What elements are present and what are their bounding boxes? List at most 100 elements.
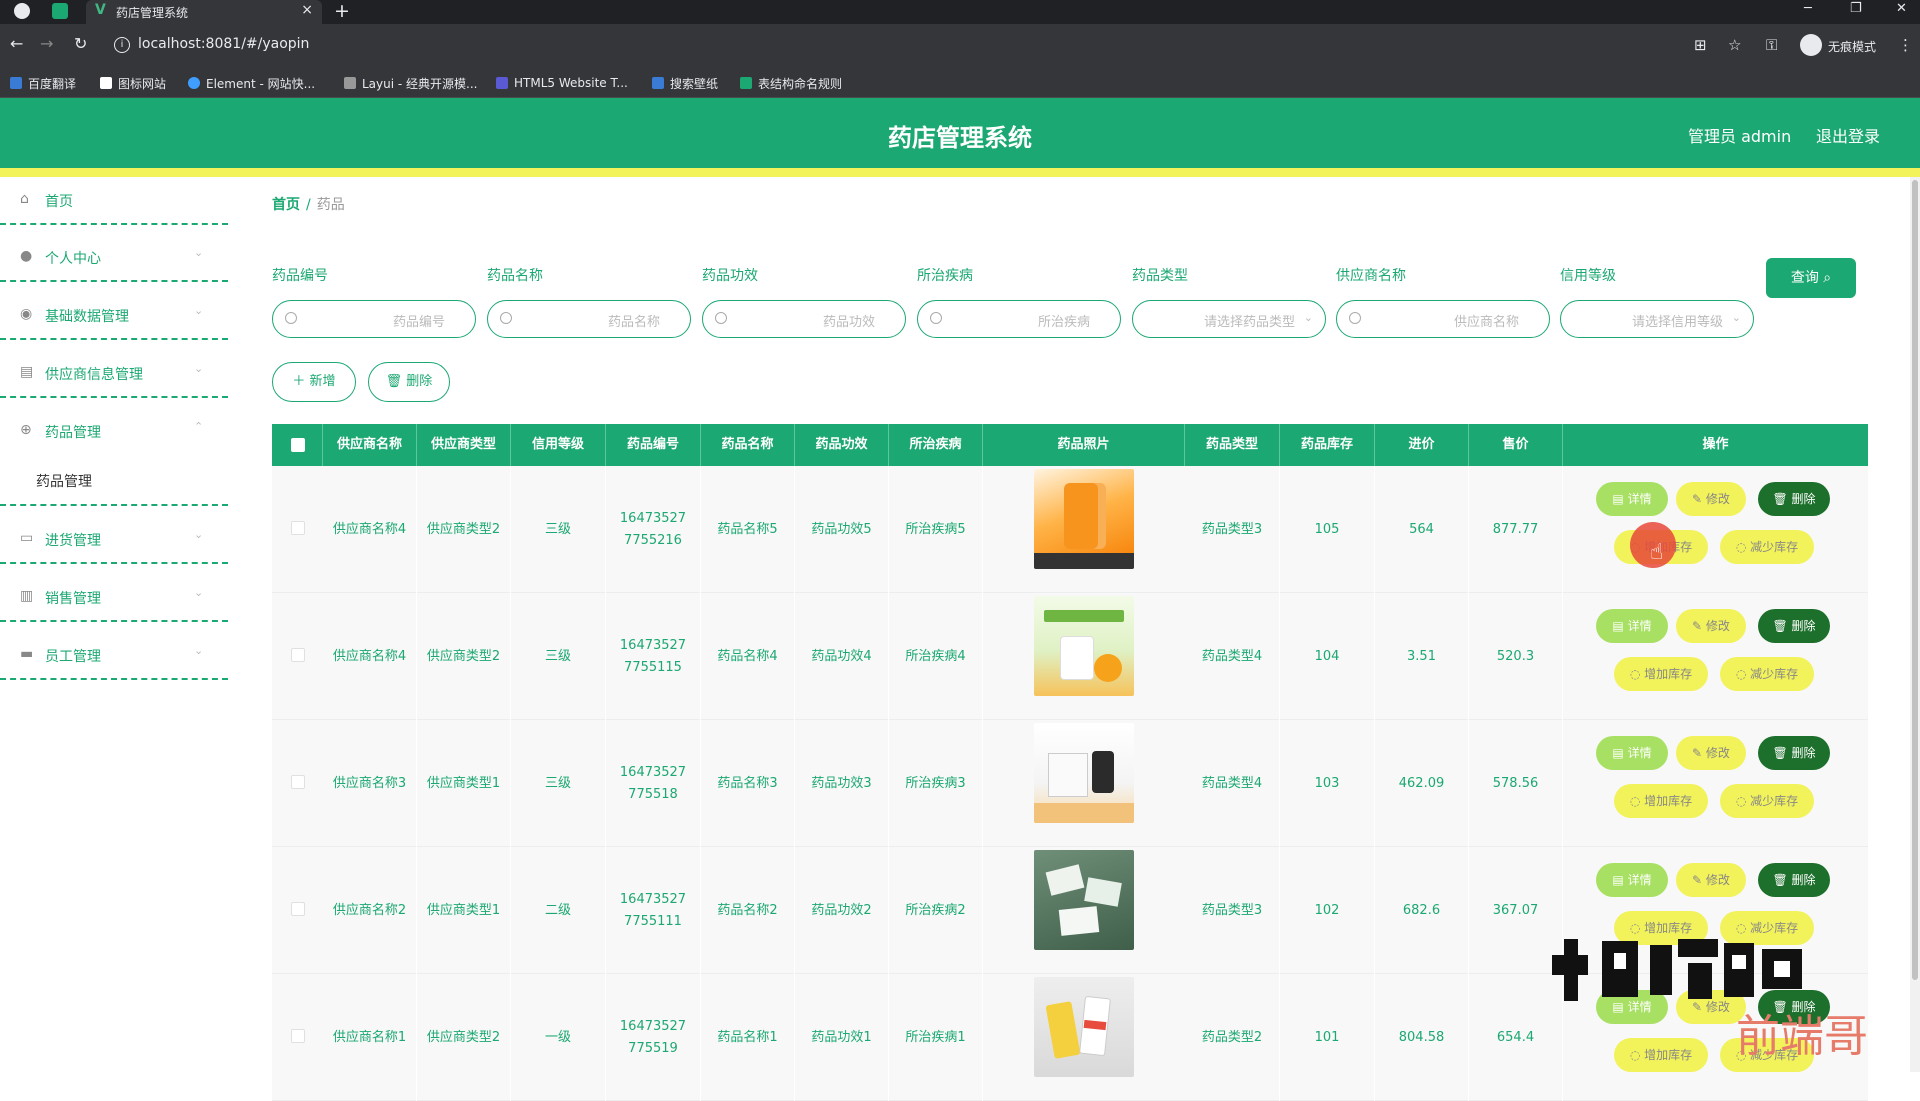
cell-disease: 所治疾病2 — [889, 847, 983, 974]
sidebar-item-drugs[interactable]: ⊕ 药品管理 ⌃ — [0, 408, 228, 458]
cell-supplier-type: 供应商类型1 — [417, 847, 511, 974]
row-checkbox[interactable] — [291, 775, 305, 789]
bookmark-star-icon[interactable]: ☆ — [1728, 36, 1741, 54]
sidebar-item-supplier[interactable]: ▤ 供应商信息管理 ⌄ — [0, 350, 228, 400]
sidebar-item-home[interactable]: ⌂ 首页 — [0, 177, 228, 227]
breadcrumb-home[interactable]: 首页 — [272, 197, 300, 213]
browser-menu-icon[interactable] — [14, 3, 30, 19]
drug-photo-orange-bottle[interactable] — [1034, 469, 1134, 569]
restore-icon[interactable]: ❐ — [1850, 1, 1862, 16]
cell-stock: 104 — [1280, 593, 1375, 720]
browser-tab[interactable]: V 药店管理系统 × — [86, 0, 322, 24]
bookmark-item[interactable]: HTML5 Website T... — [496, 75, 628, 91]
forward-icon[interactable]: → — [40, 34, 53, 53]
photo-card-shape — [1084, 877, 1122, 907]
batch-delete-button[interactable]: 🗑 删除 — [368, 362, 450, 402]
watermark-block — [1678, 939, 1718, 957]
cell-name: 药品名称4 — [701, 593, 795, 720]
key-icon[interactable]: ⚿ — [1766, 36, 1777, 54]
detail-button[interactable]: ▤ 详情 — [1596, 736, 1668, 770]
drug-name-input[interactable]: 药品名称 — [487, 300, 691, 338]
pinned-tab-icon[interactable] — [52, 3, 68, 19]
chevron-down-icon: ⌄ — [194, 304, 204, 317]
bookmark-item[interactable]: 百度翻译 — [10, 75, 76, 91]
chat-icon: ▭ — [20, 530, 34, 546]
page-scrollbar-thumb[interactable] — [1912, 180, 1918, 980]
translate-icon[interactable]: ⊞ — [1694, 36, 1707, 54]
logout-link[interactable]: 退出登录 — [1816, 123, 1880, 147]
new-tab-button[interactable]: + — [334, 0, 350, 22]
cell-stock: 105 — [1280, 466, 1375, 593]
row-checkbox[interactable] — [291, 521, 305, 535]
row-checkbox[interactable] — [291, 648, 305, 662]
drug-photo-green-cards[interactable] — [1034, 850, 1134, 950]
detail-button[interactable]: ▤ 详情 — [1596, 609, 1668, 643]
edit-button[interactable]: ✎ 修改 — [1676, 863, 1746, 897]
drug-photo-vitamin-c[interactable] — [1034, 596, 1134, 696]
reload-icon[interactable]: ↻ — [74, 34, 87, 53]
edit-button[interactable]: ✎ 修改 — [1676, 482, 1746, 516]
disease-input[interactable]: 所治疾病 — [917, 300, 1121, 338]
site-info-icon[interactable]: i — [114, 37, 130, 53]
sidebar-item-basic-data[interactable]: ◉ 基础数据管理 ⌄ — [0, 292, 228, 342]
bookmark-item[interactable]: Layui - 经典开源模... — [344, 75, 477, 91]
column-header: 药品库存 — [1280, 424, 1375, 466]
back-icon[interactable]: ← — [10, 34, 23, 53]
detail-button[interactable]: ▤ 详情 — [1596, 863, 1668, 897]
delete-button[interactable]: 🗑 删除 — [1758, 736, 1830, 770]
bookmark-item[interactable]: 搜索壁纸 — [652, 75, 718, 91]
cell-effect: 药品功效5 — [795, 466, 889, 593]
edit-button[interactable]: ✎ 修改 — [1676, 736, 1746, 770]
query-button[interactable]: 查询 ⌕ — [1766, 258, 1856, 298]
filter-label: 药品类型 — [1132, 268, 1188, 284]
reduce-stock-button[interactable]: ◌ 减少库存 — [1720, 530, 1814, 564]
bookmark-favicon-icon — [100, 77, 112, 89]
add-stock-button[interactable]: ◌ 增加库存 — [1614, 784, 1708, 818]
photo-bottom-strip — [1034, 803, 1134, 823]
drug-code-input[interactable]: 药品编号 — [272, 300, 476, 338]
bookmark-item[interactable]: 图标网站 — [100, 75, 166, 91]
supplier-name-input[interactable]: 供应商名称 — [1336, 300, 1550, 338]
edit-button[interactable]: ✎ 修改 — [1676, 609, 1746, 643]
sidebar-subitem-drug-management[interactable]: 药品管理 — [36, 471, 92, 491]
delete-button[interactable]: 🗑 删除 — [1758, 863, 1830, 897]
drug-type-select[interactable]: 请选择药品类型 ⌄ — [1132, 300, 1326, 338]
reduce-stock-button[interactable]: ◌ 减少库存 — [1720, 784, 1814, 818]
add-button[interactable]: ＋ 新增 — [272, 362, 356, 402]
column-header: 信用等级 — [511, 424, 606, 466]
drug-photo-yellow-packs[interactable] — [1034, 977, 1134, 1077]
drug-effect-input[interactable]: 药品功效 — [702, 300, 906, 338]
reduce-stock-button[interactable]: ◌ 减少库存 — [1720, 657, 1814, 691]
select-all-checkbox[interactable] — [291, 438, 305, 452]
row-checkbox[interactable] — [291, 902, 305, 916]
detail-button[interactable]: ▤ 详情 — [1596, 482, 1668, 516]
watermark-qr-logo — [1552, 939, 1802, 1001]
column-header: 药品类型 — [1185, 424, 1280, 466]
row-checkbox[interactable] — [291, 1029, 305, 1043]
add-stock-button[interactable]: ◌ 增加库存 — [1614, 1038, 1708, 1072]
bookmark-item[interactable]: 表结构命名规则 — [740, 75, 842, 91]
cell-stock: 101 — [1280, 974, 1375, 1101]
tab-close-icon[interactable]: × — [301, 2, 313, 18]
browser-menu-dots-icon[interactable]: ⋮ — [1898, 36, 1913, 54]
cell-name: 药品名称3 — [701, 720, 795, 847]
url-field[interactable]: localhost:8081/#/yaopin — [138, 36, 309, 52]
sidebar-item-purchase[interactable]: ▭ 进货管理 ⌄ — [0, 516, 228, 566]
close-window-icon[interactable]: ✕ — [1896, 1, 1907, 16]
minimize-icon[interactable]: ─ — [1804, 1, 1812, 16]
column-header: 供应商名称 — [323, 424, 417, 466]
table-header: 供应商名称 供应商类型 信用等级 药品编号 药品名称 药品功效 所治疾病 药品照… — [272, 424, 1868, 466]
add-stock-button[interactable]: ◌ 增加库存 — [1614, 657, 1708, 691]
cell-supplier: 供应商名称3 — [323, 720, 417, 847]
drug-photo-white-box[interactable] — [1034, 723, 1134, 823]
delete-button[interactable]: 🗑 删除 — [1758, 482, 1830, 516]
credit-level-select[interactable]: 请选择信用等级 ⌄ — [1560, 300, 1754, 338]
bookmark-item[interactable]: Element - 网站快... — [188, 75, 315, 91]
sidebar-item-profile[interactable]: ● 个人中心 ⌄ — [0, 234, 228, 284]
delete-button[interactable]: 🗑 删除 — [1758, 609, 1830, 643]
sidebar-item-staff[interactable]: ▬ 员工管理 ⌄ — [0, 632, 228, 682]
incognito-avatar-icon[interactable] — [1800, 34, 1822, 56]
cell-disease: 所治疾病1 — [889, 974, 983, 1101]
cell-credit: 三级 — [511, 593, 606, 720]
sidebar-item-sales[interactable]: ▥ 销售管理 ⌄ — [0, 574, 228, 624]
